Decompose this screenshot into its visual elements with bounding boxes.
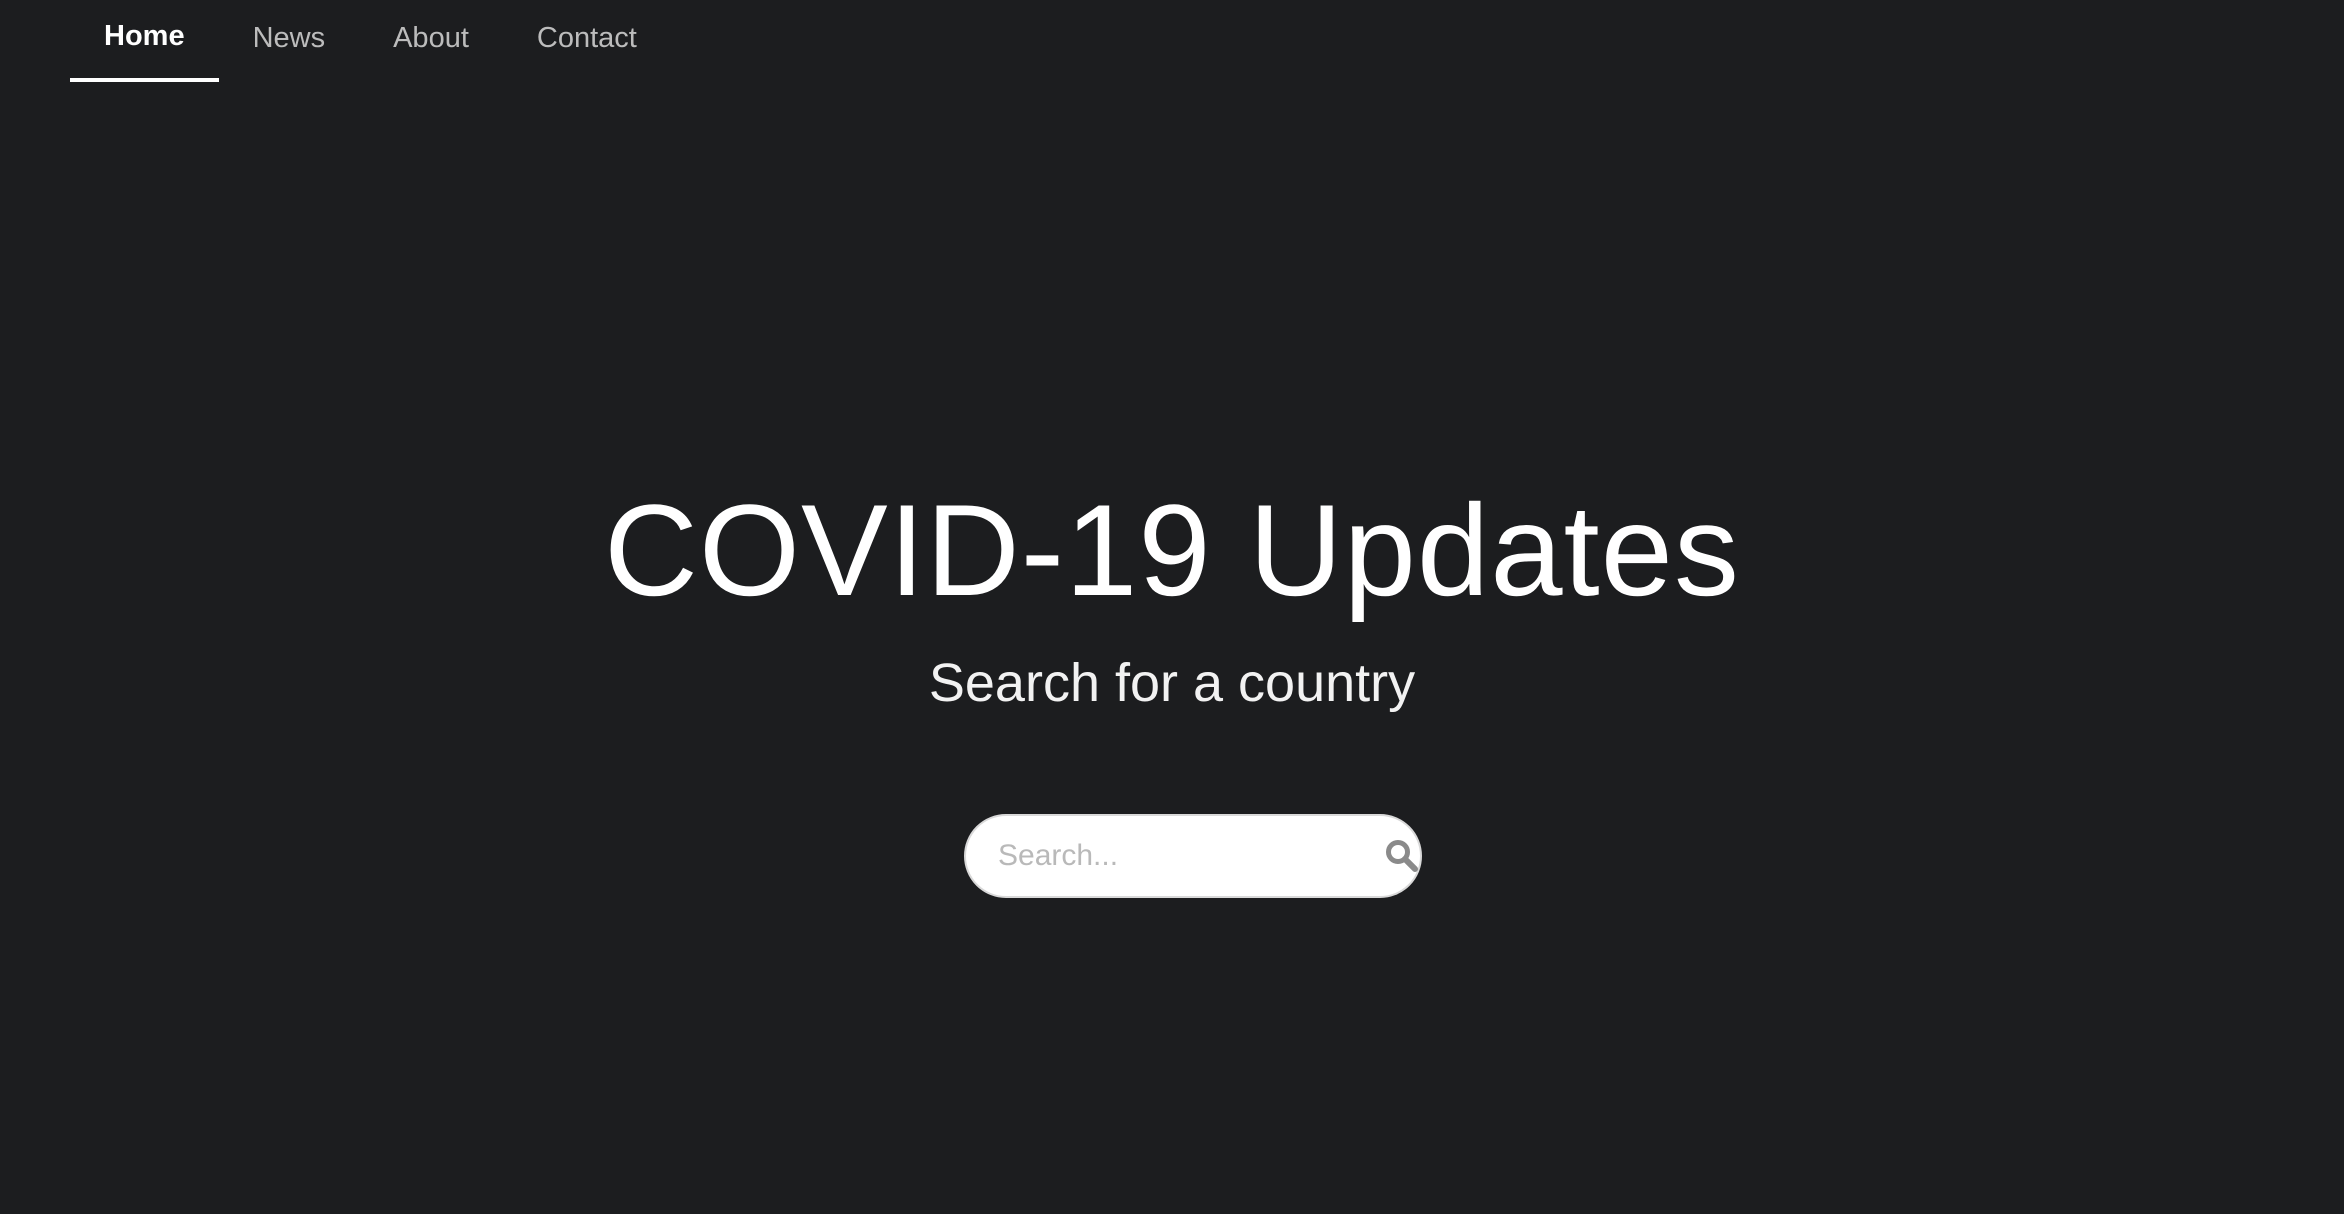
search-button[interactable] xyxy=(1384,826,1420,886)
page-title: COVID-19 Updates xyxy=(604,477,1740,623)
hero-section: COVID-19 Updates Search for a country xyxy=(0,470,2344,718)
nav-item-about[interactable]: About xyxy=(359,0,503,76)
search-icon xyxy=(1386,840,1418,872)
nav-item-home[interactable]: Home xyxy=(70,0,219,82)
search-input[interactable] xyxy=(966,826,1384,886)
nav-item-contact[interactable]: Contact xyxy=(503,0,671,76)
page-subtitle: Search for a country xyxy=(928,653,1416,713)
nav-item-news[interactable]: News xyxy=(219,0,360,76)
top-nav: Home News About Contact xyxy=(70,0,671,82)
search-bar xyxy=(964,814,1422,898)
